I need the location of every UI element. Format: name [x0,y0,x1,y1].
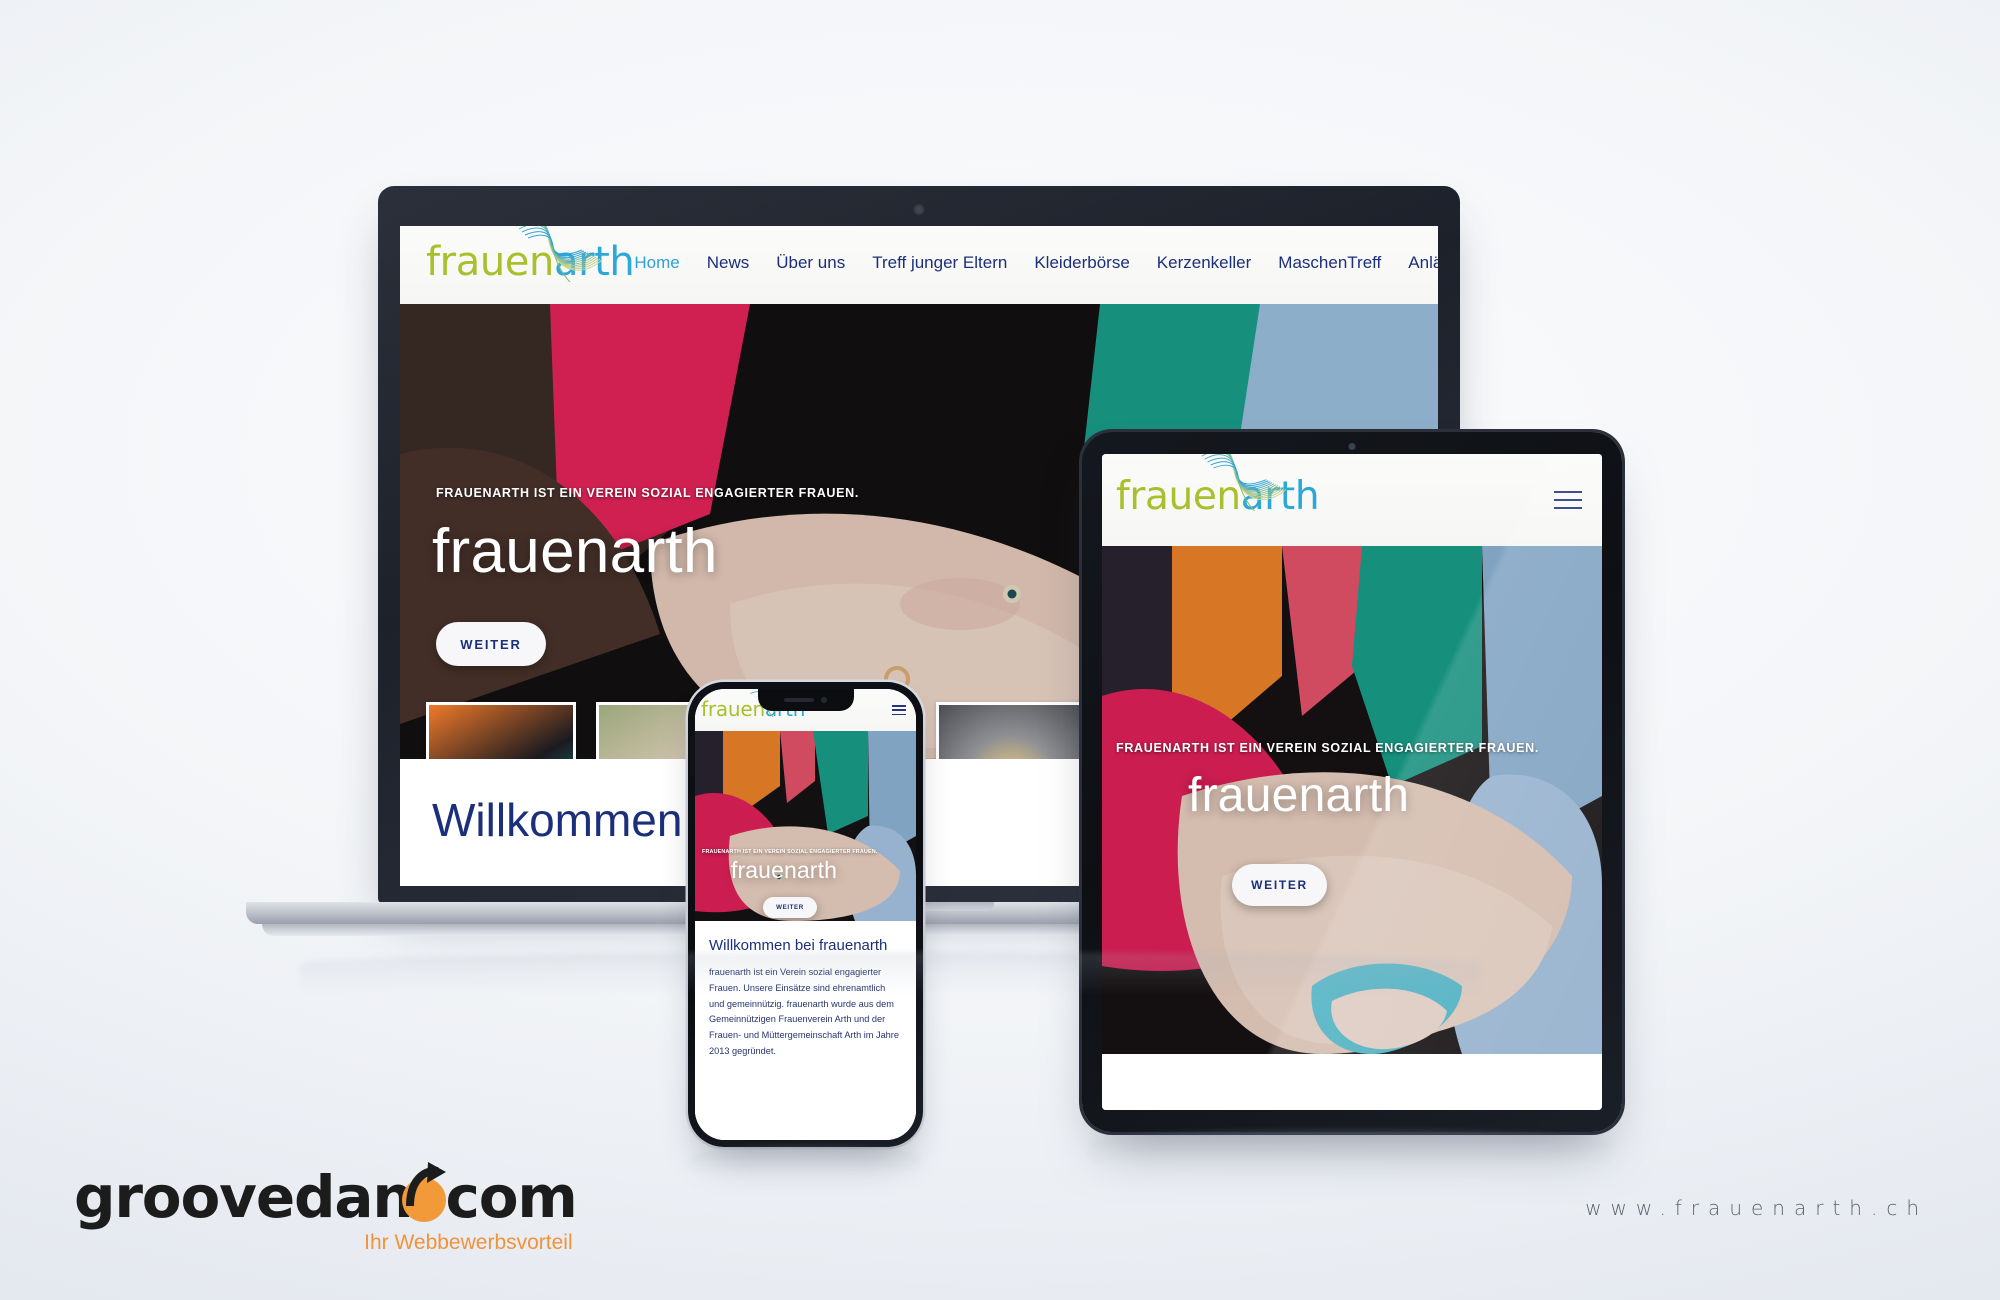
hero-headline: frauenarth [1188,769,1410,822]
brand-tagline: Ihr Webbewerbsvorteil [364,1231,573,1254]
nav-item-treff-junger-eltern[interactable]: Treff junger Eltern [872,253,1007,273]
phone-reflection [690,1146,920,1182]
hero-tagline: FRAUENARTH IST EIN VEREIN SOZIAL ENGAGIE… [1116,741,1540,755]
phone-website: frauenarth [695,689,916,1140]
nav-item-ueber-uns[interactable]: Über uns [776,253,845,273]
laptop-camera-icon [913,204,925,215]
phone-mockup: frauenarth [688,682,923,1147]
thumbnail-card[interactable] [936,702,1086,759]
phone-speaker-icon [784,698,814,702]
groovedanc-logo: groovedan com Ihr Webbewerbsvorteil [74,1162,578,1255]
brand-arrow-icon [402,1162,448,1222]
phone-screen: frauenarth [695,689,916,1140]
swirl-logo-icon [516,226,603,282]
phone-welcome-body: frauenarth ist ein Verein sozial engagie… [709,967,899,1057]
brand-wordmark: groovedan com [74,1162,578,1231]
thumbnail-card[interactable] [426,702,576,759]
tablet-screen: frauenarth FRAUENARTH IST EIN VEREIN SOZ… [1102,454,1602,1110]
phone-welcome-section: Willkommen bei frauenarth frauenarth ist… [695,921,916,1140]
phone-hero: FRAUENARTH IST EIN VEREIN SOZIAL ENGAGIE… [695,731,916,921]
tablet-camera-icon [1348,443,1356,450]
hero-tagline: FRAUENARTH IST EIN VEREIN SOZIAL ENGAGIE… [436,486,860,500]
website-url: www.frauenarth.ch [1585,1196,1928,1220]
hero-headline: frauenarth [731,857,837,883]
nav-item-anlaesse[interactable]: Anlässe [1408,253,1438,273]
hero-cta-weiter-button[interactable]: WEITER [436,622,546,666]
hamburger-menu-icon[interactable] [1554,491,1582,509]
swirl-logo-icon [1201,454,1287,511]
hero-tagline: FRAUENARTH IST EIN VEREIN SOZIAL ENGAGIE… [702,849,878,855]
tablet-welcome-section [1102,1054,1602,1110]
laptop-navbar: frauenarth Home News Über uns Treff jung… [400,226,1438,304]
tablet-reflection [1090,1130,1610,1176]
brand-part2: com [445,1163,577,1231]
hero-cta-weiter-button[interactable]: WEITER [763,897,817,918]
laptop-nav-links: Home News Über uns Treff junger Eltern K… [634,253,1438,277]
phone-body: frauenarth [688,682,923,1147]
phone-camera-icon [821,697,827,703]
brand-part1: groovedan [74,1163,414,1231]
hero-photo [695,731,916,921]
nav-item-kleiderboerse[interactable]: Kleiderbörse [1034,253,1129,273]
tablet-body: frauenarth FRAUENARTH IST EIN VEREIN SOZ… [1082,432,1622,1132]
hamburger-menu-icon[interactable] [892,705,906,715]
tablet-navbar: frauenarth [1102,454,1602,546]
hero-headline: frauenarth [432,517,718,586]
laptop-logo[interactable]: frauenarth [426,226,635,282]
nav-item-kerzenkeller[interactable]: Kerzenkeller [1157,253,1252,273]
nav-item-home[interactable]: Home [634,253,679,273]
nav-item-news[interactable]: News [707,253,750,273]
tablet-hero: FRAUENARTH IST EIN VEREIN SOZIAL ENGAGIE… [1102,546,1602,1054]
tablet-logo[interactable]: frauenarth [1116,454,1320,516]
tablet-website: frauenarth FRAUENARTH IST EIN VEREIN SOZ… [1102,454,1602,1110]
phone-notch [757,689,854,711]
nav-item-maschentreff[interactable]: MaschenTreff [1278,253,1381,273]
hero-cta-weiter-button[interactable]: WEITER [1232,864,1327,906]
tablet-mockup: frauenarth FRAUENARTH IST EIN VEREIN SOZ… [1082,432,1622,1132]
phone-welcome-heading: Willkommen bei frauenarth [709,937,888,954]
curved-arrow-icon [406,1162,447,1207]
